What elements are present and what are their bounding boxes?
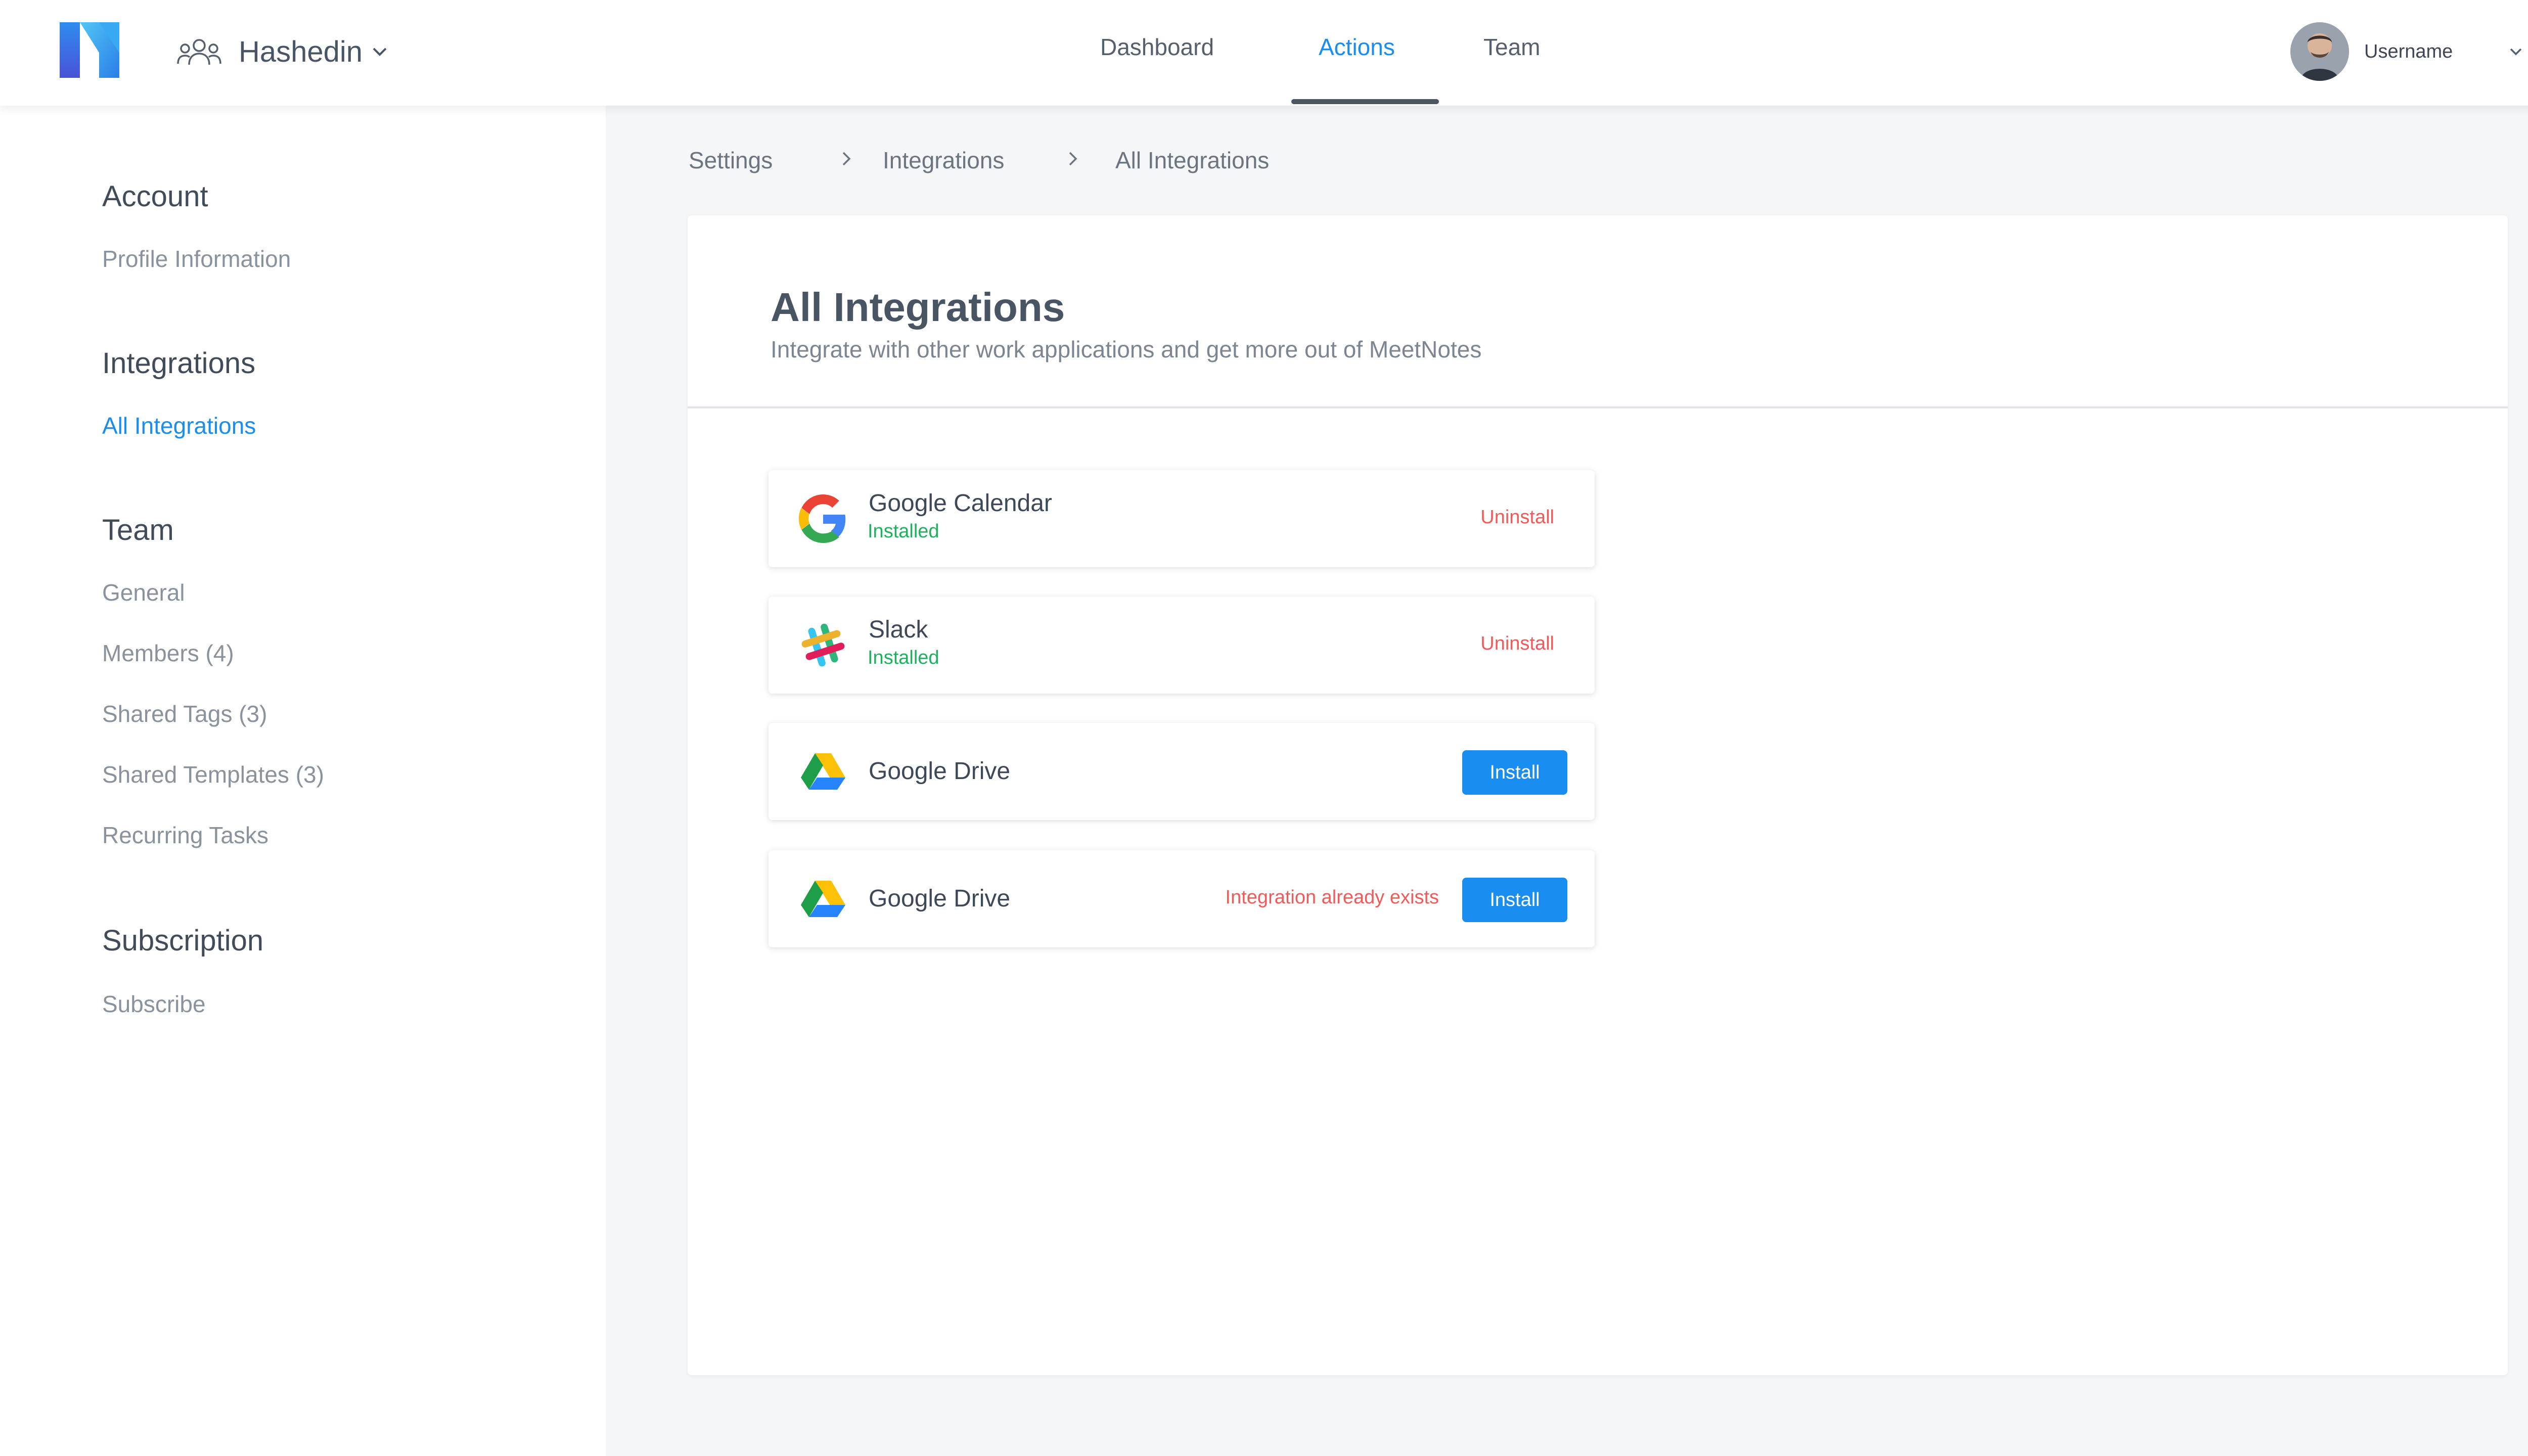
breadcrumb-integrations[interactable]: Integrations	[883, 147, 1004, 174]
sidebar-item-shared-tags[interactable]: Shared Tags (3)	[102, 700, 267, 727]
install-button[interactable]: Install	[1462, 750, 1567, 795]
google-icon	[799, 494, 846, 543]
active-tab-indicator	[1291, 99, 1439, 104]
integration-item-slack: Slack Installed Uninstall	[769, 597, 1595, 694]
page-subtitle: Integrate with other work applications a…	[771, 336, 1482, 362]
integration-status: Installed	[868, 647, 939, 668]
integration-item-google-drive: Google Drive Install	[769, 723, 1595, 820]
google-drive-icon	[801, 753, 845, 790]
settings-sidebar: Account Profile Information Integrations…	[0, 106, 606, 1456]
tab-team[interactable]: Team	[1483, 33, 1540, 61]
sidebar-item-shared-templates[interactable]: Shared Templates (3)	[102, 761, 324, 788]
chevron-right-icon	[1069, 152, 1077, 166]
sidebar-section-integrations: Integrations	[102, 347, 256, 380]
sidebar-item-all-integrations[interactable]: All Integrations	[102, 412, 256, 439]
divider	[688, 406, 2508, 408]
install-button[interactable]: Install	[1462, 878, 1567, 922]
integration-name: Slack	[869, 616, 928, 643]
uninstall-button[interactable]: Uninstall	[1480, 507, 1554, 528]
sidebar-item-general[interactable]: General	[102, 579, 185, 606]
user-menu[interactable]: Username	[2290, 22, 2522, 81]
people-icon	[177, 39, 221, 65]
breadcrumb-settings[interactable]: Settings	[689, 147, 773, 174]
sidebar-section-subscription: Subscription	[102, 924, 264, 957]
meetnotes-logo-icon[interactable]	[60, 22, 119, 78]
sidebar-item-subscribe[interactable]: Subscribe	[102, 990, 206, 1018]
sidebar-section-account: Account	[102, 180, 208, 213]
avatar[interactable]	[2290, 22, 2349, 81]
chevron-down-icon[interactable]	[2506, 41, 2526, 62]
page-title: All Integrations	[771, 285, 1065, 330]
top-bar: Hashedin Dashboard Actions Team Username	[0, 0, 2528, 106]
integration-status: Installed	[868, 521, 939, 542]
sidebar-item-profile-information[interactable]: Profile Information	[102, 245, 291, 272]
username: Username	[2364, 40, 2453, 62]
integration-item-google-calendar: Google Calendar Installed Uninstall	[769, 470, 1595, 567]
tab-dashboard[interactable]: Dashboard	[1100, 33, 1214, 61]
chevron-right-icon	[842, 152, 851, 166]
sidebar-item-recurring-tasks[interactable]: Recurring Tasks	[102, 822, 268, 849]
google-drive-icon	[801, 881, 845, 917]
breadcrumb-all-integrations: All Integrations	[1115, 147, 1270, 173]
integration-name: Google Drive	[869, 885, 1011, 912]
sidebar-section-team: Team	[102, 514, 174, 547]
slack-icon	[801, 623, 845, 667]
integration-name: Google Drive	[869, 758, 1011, 785]
integration-item-google-drive-duplicate: Google Drive Integration already exists …	[769, 850, 1595, 947]
uninstall-button[interactable]: Uninstall	[1480, 633, 1554, 655]
sidebar-item-members[interactable]: Members (4)	[102, 640, 234, 667]
chevron-down-icon	[373, 48, 387, 56]
integrations-card: All Integrations Integrate with other wo…	[688, 215, 2508, 1375]
team-switcher[interactable]: Hashedin	[177, 31, 390, 72]
team-name: Hashedin	[239, 35, 363, 68]
integration-exists-message: Integration already exists	[1225, 887, 1439, 908]
tab-actions[interactable]: Actions	[1319, 33, 1395, 61]
integration-name: Google Calendar	[869, 490, 1052, 517]
